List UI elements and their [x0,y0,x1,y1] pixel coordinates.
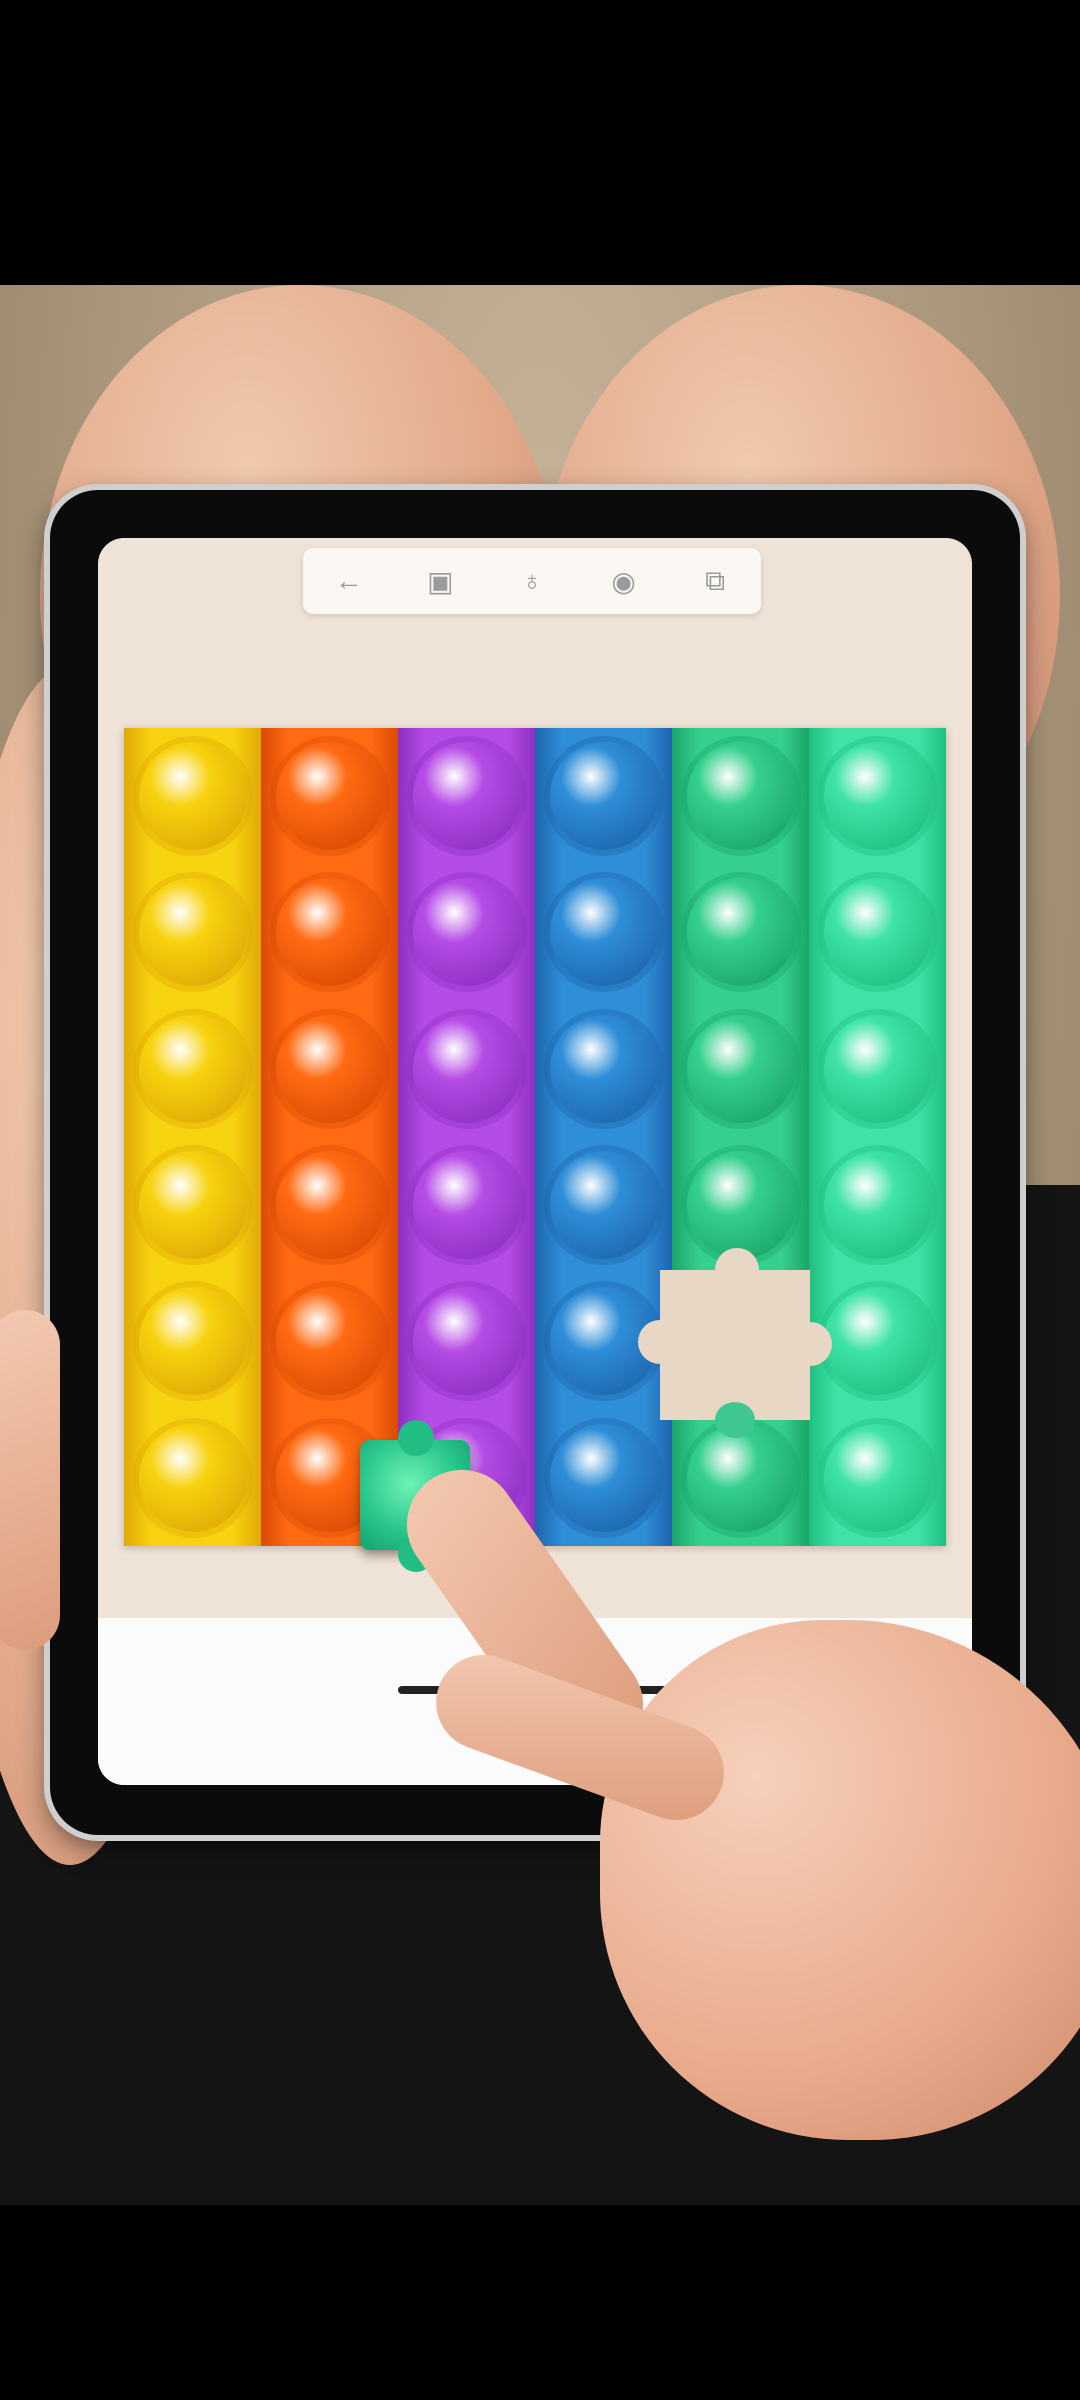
pop-bubble [412,742,521,851]
pop-bubble [686,1014,795,1123]
pop-bubble [138,878,247,987]
pop-bubble [138,1014,247,1123]
left-hand-fingers [0,1310,60,1650]
pop-bubble [275,878,384,987]
pop-bubble [549,878,658,987]
image-icon[interactable]: ▣ [419,560,461,602]
back-arrow-icon[interactable]: ← [328,560,370,602]
pop-bubble [138,742,247,851]
gallery-icon[interactable]: ⧉ [694,560,736,602]
column-orange [261,728,398,1546]
pop-bubble [412,878,521,987]
puzzle-toolbar: ← ▣ ♁ ◉ ⧉ [303,548,761,614]
pop-bubble [138,1287,247,1396]
pop-bubble [549,742,658,851]
pop-bubble [275,742,384,851]
pop-bubble [549,1014,658,1123]
puzzle-board[interactable] [124,728,946,1546]
pop-bubble [275,1151,384,1260]
column-mint [809,728,946,1546]
column-yellow [124,728,261,1546]
pop-bubble [686,1151,795,1260]
empty-piece-slot[interactable] [638,1248,832,1438]
pop-bubble [823,1423,932,1532]
pop-bubble [275,1287,384,1396]
pop-bubble [823,1151,932,1260]
pop-bubble [823,1014,932,1123]
pop-bubble [823,878,932,987]
pop-bubble [138,1151,247,1260]
pop-bubble [412,1151,521,1260]
pop-bubble [549,1423,658,1532]
eye-icon[interactable]: ◉ [603,560,645,602]
pop-bubble [412,1014,521,1123]
pop-bubble [686,1423,795,1532]
pop-bubble [823,742,932,851]
pop-bubble [412,1287,521,1396]
pop-bubble [549,1151,658,1260]
hand [600,1620,1080,2140]
pop-bubble [686,742,795,851]
pop-bubble [823,1287,932,1396]
pop-bubble [686,878,795,987]
column-blue [535,728,672,1546]
hint-bulb-icon[interactable]: ♁ [511,560,553,602]
pop-bubble [275,1014,384,1123]
pop-bubble [138,1423,247,1532]
